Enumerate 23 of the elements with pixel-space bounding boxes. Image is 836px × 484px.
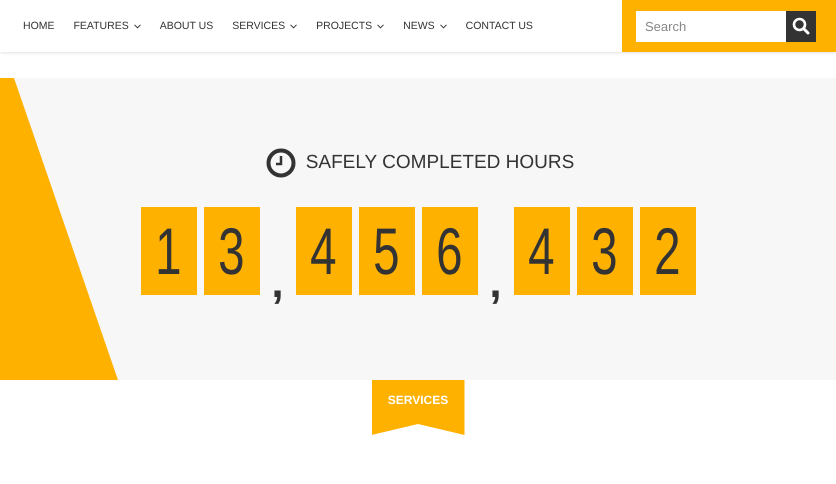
nav-link[interactable]: SERVICES [232, 20, 298, 32]
nav-link[interactable]: FEATURES [74, 20, 141, 32]
counter-digit: 5 [358, 207, 414, 295]
counter-title: SAFELY COMPLETED HOURS [306, 152, 574, 174]
nav-link[interactable]: NEWS [403, 20, 447, 32]
counter-digit: 3 [204, 207, 260, 295]
counter-digit: 2 [640, 207, 696, 295]
nav-link[interactable]: CONTACT US [466, 20, 533, 32]
counter-digit: 4 [296, 207, 352, 295]
counter-digit: 6 [422, 207, 478, 295]
counter-digit: 3 [576, 207, 632, 295]
search-icon [792, 17, 810, 35]
search-button[interactable] [786, 10, 816, 42]
thousands-separator: , [488, 261, 503, 305]
ribbon-label: SERVICES [388, 393, 448, 407]
search-field[interactable]: Search [636, 10, 786, 42]
thousands-separator: , [270, 261, 285, 305]
nav-link[interactable]: HOME [23, 20, 54, 32]
nav-link[interactable]: PROJECTS [316, 20, 384, 32]
counter-digit: 4 [514, 207, 570, 295]
clock-icon [266, 148, 296, 178]
nav-link[interactable]: ABOUT US [160, 20, 214, 32]
counter-digit: 1 [140, 207, 196, 295]
